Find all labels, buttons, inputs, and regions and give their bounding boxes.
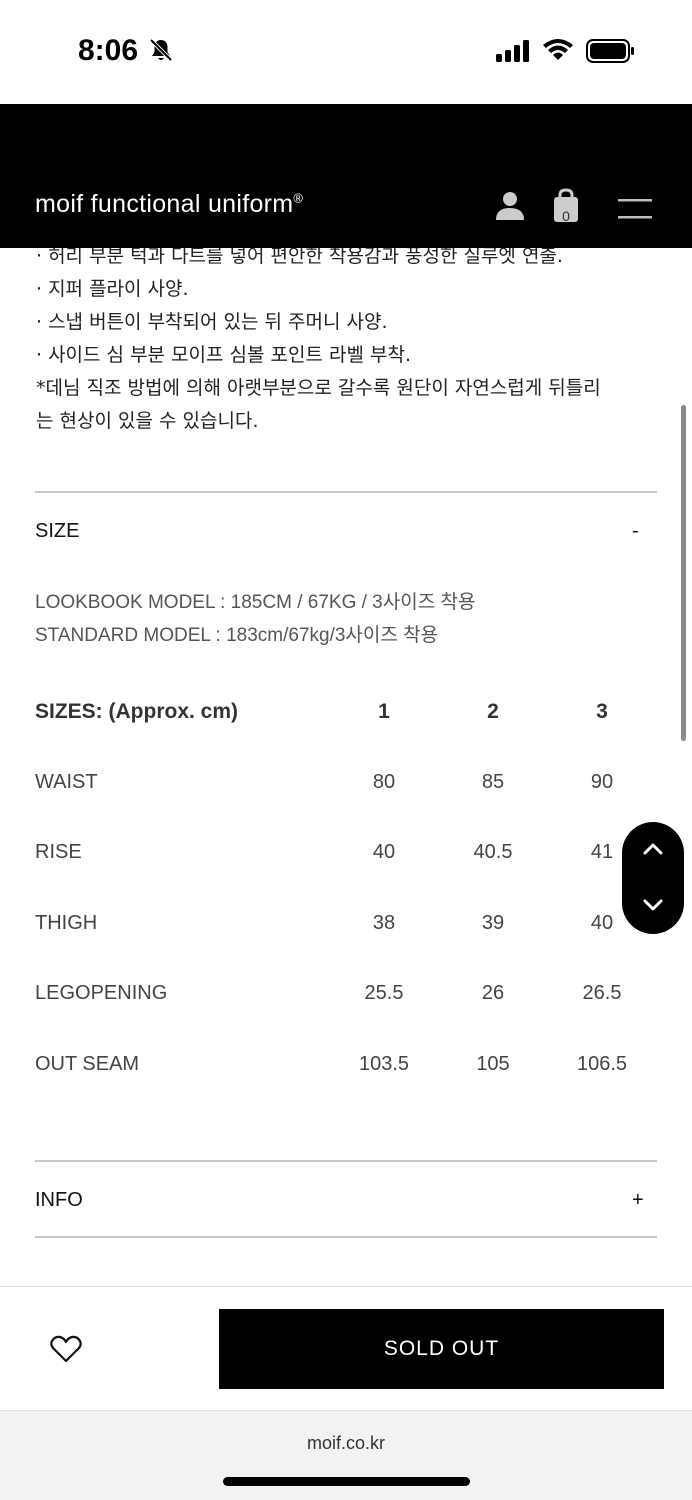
bottom-action-bar: SOLD OUT (0, 1286, 692, 1410)
page-scrollbar[interactable] (681, 405, 686, 741)
chevron-down-icon[interactable] (638, 890, 668, 920)
row-label: LEGOPENING (35, 982, 168, 1004)
description-line: *데님 직조 방법에 의해 아랫부분으로 갈수록 원단이 자연스럽게 뒤틀리 (36, 377, 601, 399)
size-section-toggle[interactable]: - (632, 520, 639, 543)
table-row: LEGOPENING 25.5 26 26.5 (35, 974, 655, 1014)
section-divider (35, 1236, 657, 1238)
table-row: OUT SEAM 103.5 105 106.5 (35, 1045, 655, 1085)
table-header-size-2: 2 (487, 700, 499, 723)
info-section-title[interactable]: INFO (35, 1189, 83, 1212)
row-value: 26.5 (582, 982, 622, 1004)
url-text[interactable]: moif.co.kr (0, 1433, 692, 1454)
registered-mark: ® (293, 190, 304, 206)
section-divider (35, 1160, 657, 1162)
description-line: · 스냅 버튼이 부착되어 있는 뒤 주머니 사양. (36, 311, 388, 333)
table-row: WAIST 80 85 90 (35, 763, 655, 803)
info-section-toggle[interactable]: + (632, 1189, 644, 1212)
size-section-title[interactable]: SIZE (35, 520, 79, 543)
cart-count: 0 (562, 208, 570, 224)
status-time: 8:06 (78, 34, 139, 67)
table-header-label: SIZES: (Approx. cm) (35, 700, 239, 723)
hamburger-menu-icon[interactable] (618, 198, 652, 220)
row-value: 25.5 (364, 982, 404, 1004)
lookbook-model-info: LOOKBOOK MODEL : 185CM / 67KG / 3사이즈 착용 (35, 592, 476, 613)
bell-slash-icon (149, 38, 173, 62)
brand-logo[interactable]: moif functional uniform® (35, 190, 303, 219)
row-value: 39 (481, 912, 505, 934)
site-header: moif functional uniform® 0 (0, 104, 692, 248)
home-indicator[interactable] (223, 1477, 470, 1486)
row-label: RISE (35, 841, 82, 863)
status-bar: 8:06 (0, 0, 692, 104)
standard-model-info: STANDARD MODEL : 183cm/67kg/3사이즈 착용 (35, 625, 439, 646)
row-value: 85 (481, 771, 505, 793)
heart-icon[interactable] (50, 1335, 82, 1363)
chevron-up-icon[interactable] (638, 834, 668, 864)
sold-out-button[interactable]: SOLD OUT (219, 1309, 664, 1389)
row-label: THIGH (35, 912, 98, 934)
table-header-size-1: 1 (378, 700, 390, 723)
signal-icon (496, 40, 529, 62)
row-value: 80 (372, 771, 396, 793)
row-value: 103.5 (358, 1053, 410, 1075)
product-description: · 허리 부분 턱과 다트를 넣어 편안한 착용감과 풍성한 실루엣 연출. ·… (36, 240, 656, 438)
table-header-row: SIZES: (Approx. cm) 1 2 3 (35, 692, 655, 732)
browser-address-bar: moif.co.kr (0, 1410, 692, 1500)
user-icon[interactable] (494, 190, 526, 222)
logo-text: moif functional uniform (35, 190, 294, 218)
row-value: 106.5 (576, 1053, 628, 1075)
scroll-control (622, 822, 684, 934)
row-value: 40 (372, 841, 396, 863)
battery-icon (586, 39, 634, 63)
row-value: 105 (476, 1053, 510, 1075)
section-divider (35, 491, 657, 493)
description-line: · 지퍼 플라이 사양. (36, 278, 189, 300)
row-label: OUT SEAM (35, 1053, 140, 1075)
table-row: THIGH 38 39 40 (35, 904, 655, 944)
row-value: 90 (590, 771, 614, 793)
table-header-size-3: 3 (596, 700, 608, 723)
row-value: 26 (481, 982, 505, 1004)
description-line: 는 현상이 있을 수 있습니다. (36, 410, 259, 432)
row-value: 40.5 (473, 841, 513, 863)
row-label: WAIST (35, 771, 98, 793)
wifi-icon (543, 39, 573, 60)
model-info: LOOKBOOK MODEL : 185CM / 67KG / 3사이즈 착용 … (35, 586, 475, 652)
row-value: 38 (372, 912, 396, 934)
table-row: RISE 40 40.5 41 (35, 833, 655, 873)
description-line: · 사이드 심 부분 모이프 심볼 포인트 라벨 부착. (36, 344, 412, 366)
